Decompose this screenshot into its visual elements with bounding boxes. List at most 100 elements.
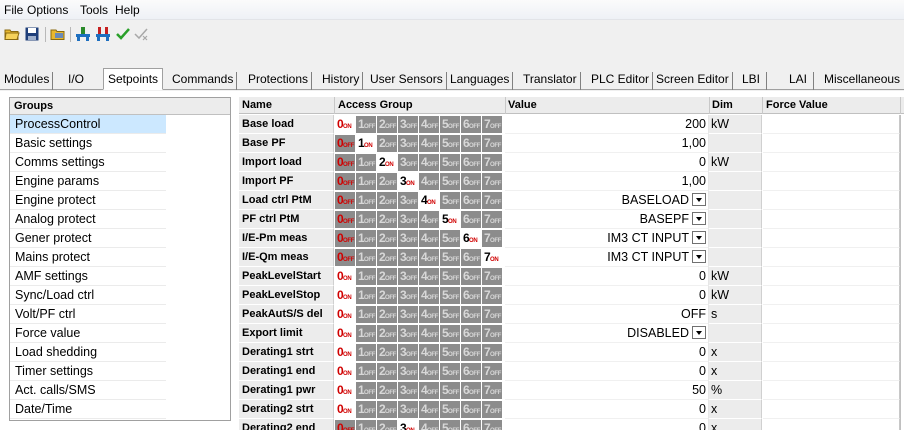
access-group-5-off[interactable]: 5OFF xyxy=(440,420,460,430)
print-icon[interactable] xyxy=(49,25,67,43)
access-group-7-off[interactable]: 7OFF xyxy=(482,192,502,209)
force-value-cell[interactable] xyxy=(763,248,900,267)
access-group-1-off[interactable]: 1OFF xyxy=(356,420,376,430)
table-row[interactable]: Load ctrl PtM 0 OFF 1 OFF 2 OFF 3 OFF 4 ON 5 OFF 6 OFF… xyxy=(239,191,904,210)
menu-file[interactable]: File xyxy=(4,3,23,17)
value-field[interactable]: 0 xyxy=(505,286,709,305)
tab-screen-editor[interactable]: Screen Editor xyxy=(656,72,733,90)
tab-commands[interactable]: Commands xyxy=(172,72,238,90)
access-group-4-off[interactable]: 4OFF xyxy=(419,230,439,247)
table-row[interactable]: Derating1 end 0 ON 1 OFF 2 OFF 3 OFF 4 OFF 5 OFF 6 OFF… xyxy=(239,362,904,381)
tab-miscellaneous[interactable]: Miscellaneous xyxy=(824,72,900,90)
chevron-down-icon[interactable] xyxy=(692,193,706,206)
access-group-5-off[interactable]: 5OFF xyxy=(440,135,460,152)
access-group-5-off[interactable]: 5OFF xyxy=(440,287,460,304)
access-group-1-off[interactable]: 1OFF xyxy=(356,382,376,399)
access-group-5-off[interactable]: 5OFF xyxy=(440,116,460,133)
access-group-2-off[interactable]: 2OFF xyxy=(377,306,397,323)
access-group-4-off[interactable]: 4OFF xyxy=(419,173,439,190)
access-group-0-on[interactable]: 0 ON xyxy=(335,382,355,399)
access-group-7-off[interactable]: 7OFF xyxy=(482,116,502,133)
access-group-7-off[interactable]: 7OFF xyxy=(482,268,502,285)
value-field[interactable]: 1,00 xyxy=(505,134,709,153)
table-row[interactable]: PF ctrl PtM 0 OFF 1 OFF 2 OFF 3 OFF 4 OFF 5 ON 6 OFF 7 O… xyxy=(239,210,904,229)
force-value-cell[interactable] xyxy=(763,286,900,305)
save-icon[interactable] xyxy=(23,25,41,43)
access-group-3-off[interactable]: 3 OFF xyxy=(398,401,418,418)
table-row[interactable]: I/E-Pm meas 0 OFF 1 OFF 2 OFF 3 OFF 4 OFF 5 OFF 6 ON 7 O… xyxy=(239,229,904,248)
table-row[interactable]: PeakLevelStop 0 ON 1 OFF 2 OFF 3 OFF 4 OFF 5 OFF 6 OFF… xyxy=(239,286,904,305)
group-item[interactable]: ProcessControl xyxy=(10,115,166,134)
open-folder-icon[interactable] xyxy=(3,25,21,43)
table-row[interactable]: Import PF 0 OFF 1 OFF 2 OFF 3 ON 4 OFF 5 OFF 6 OFF 7 OFF… xyxy=(239,172,904,191)
connect-icon[interactable] xyxy=(74,25,92,43)
access-group-0-off[interactable]: 0OFF xyxy=(335,192,355,209)
group-item[interactable]: AMF settings xyxy=(10,267,166,286)
force-value-cell[interactable] xyxy=(763,153,900,172)
access-group-2-off[interactable]: 2OFF xyxy=(377,230,397,247)
tab-plc-editor[interactable]: PLC Editor xyxy=(591,72,654,90)
access-group-0-on[interactable]: 0 ON xyxy=(335,268,355,285)
value-field[interactable]: 0 xyxy=(505,153,709,172)
access-group-2-off[interactable]: 2OFF xyxy=(377,173,397,190)
group-item[interactable]: Analog protect xyxy=(10,210,166,229)
access-group-0-on[interactable]: 0 ON xyxy=(335,287,355,304)
access-group-2-off[interactable]: 2OFF xyxy=(377,287,397,304)
access-group-7-off[interactable]: 7OFF xyxy=(482,211,502,228)
access-group-5-off[interactable]: 5OFF xyxy=(440,382,460,399)
access-group-3-off[interactable]: 3 OFF xyxy=(398,211,418,228)
access-group-2-off[interactable]: 2OFF xyxy=(377,211,397,228)
access-group-0-on[interactable]: 0 ON xyxy=(335,363,355,380)
access-group-0-on[interactable]: 0 ON xyxy=(335,344,355,361)
table-row[interactable]: PeakLevelStart 0 ON 1 OFF 2 OFF 3 OFF 4 OFF 5 OFF 6 OF… xyxy=(239,267,904,286)
table-row[interactable]: Derating2 end0OFF1OFF2OFF3ON4OFF5OFF6OFF… xyxy=(239,419,904,430)
tab-user-sensors[interactable]: User Sensors xyxy=(370,72,447,90)
table-row[interactable]: PeakAutS/S del 0 ON 1 OFF 2 OFF 3 OFF 4 OFF 5 OFF 6 OF… xyxy=(239,305,904,324)
access-group-3-off[interactable]: 3 OFF xyxy=(398,344,418,361)
tab-lbi[interactable]: LBI xyxy=(742,72,768,90)
group-item[interactable]: Gener protect xyxy=(10,229,166,248)
value-field[interactable]: 50 xyxy=(505,381,709,400)
access-group-2-off[interactable]: 2OFF xyxy=(377,344,397,361)
access-group-6-off[interactable]: 6OFF xyxy=(461,382,481,399)
access-group-6-off[interactable]: 6OFF xyxy=(461,173,481,190)
value-field[interactable]: 0 xyxy=(505,343,709,362)
force-value-cell[interactable] xyxy=(763,191,900,210)
value-dropdown[interactable]: DISABLED xyxy=(505,324,709,343)
access-group-4-on[interactable]: 4 ON xyxy=(419,192,439,209)
force-value-cell[interactable] xyxy=(763,267,900,286)
access-group-5-on[interactable]: 5 ON xyxy=(440,211,460,228)
access-group-2-off[interactable]: 2OFF xyxy=(377,401,397,418)
access-group-7-off[interactable]: 7OFF xyxy=(482,363,502,380)
force-value-cell[interactable] xyxy=(763,172,900,191)
access-group-6-on[interactable]: 6 ON xyxy=(461,230,481,247)
access-group-2-off[interactable]: 2OFF xyxy=(377,420,397,430)
access-group-6-off[interactable]: 6OFF xyxy=(461,192,481,209)
access-group-4-off[interactable]: 4OFF xyxy=(419,325,439,342)
access-group-6-off[interactable]: 6OFF xyxy=(461,135,481,152)
access-group-5-off[interactable]: 5OFF xyxy=(440,192,460,209)
access-group-1-off[interactable]: 1OFF xyxy=(356,249,376,266)
access-group-6-off[interactable]: 6OFF xyxy=(461,325,481,342)
access-group-3-off[interactable]: 3 OFF xyxy=(398,382,418,399)
access-group-1-off[interactable]: 1OFF xyxy=(356,173,376,190)
access-group-2-off[interactable]: 2OFF xyxy=(377,135,397,152)
table-row[interactable]: Export limit 0 ON 1 OFF 2 OFF 3 OFF 4 OFF 5 OFF 6 OFF 7… xyxy=(239,324,904,343)
tab-history[interactable]: History xyxy=(322,72,364,90)
access-group-4-off[interactable]: 4OFF xyxy=(419,135,439,152)
access-group-4-off[interactable]: 4OFF xyxy=(419,363,439,380)
force-value-cell[interactable] xyxy=(763,343,900,362)
table-row[interactable]: Derating2 strt 0 ON 1 OFF 2 OFF 3 OFF 4 OFF 5 OFF 6 OF… xyxy=(239,400,904,419)
access-group-6-off[interactable]: 6OFF xyxy=(461,363,481,380)
group-item[interactable]: Basic settings xyxy=(10,134,166,153)
group-item[interactable]: Act. calls/SMS xyxy=(10,381,166,400)
chevron-down-icon[interactable] xyxy=(692,231,706,244)
access-group-1-off[interactable]: 1OFF xyxy=(356,325,376,342)
access-group-6-off[interactable]: 6OFF xyxy=(461,344,481,361)
table-row[interactable]: Base PF 0 OFF 1 ON 2 OFF 3 OFF 4 OFF 5 OFF 6 OFF 7 OFF 1,… xyxy=(239,134,904,153)
access-group-6-off[interactable]: 6OFF xyxy=(461,268,481,285)
value-dropdown[interactable]: BASELOAD xyxy=(505,191,709,210)
history-icon[interactable] xyxy=(132,25,150,43)
access-group-2-off[interactable]: 2OFF xyxy=(377,268,397,285)
access-group-1-off[interactable]: 1OFF xyxy=(356,154,376,171)
